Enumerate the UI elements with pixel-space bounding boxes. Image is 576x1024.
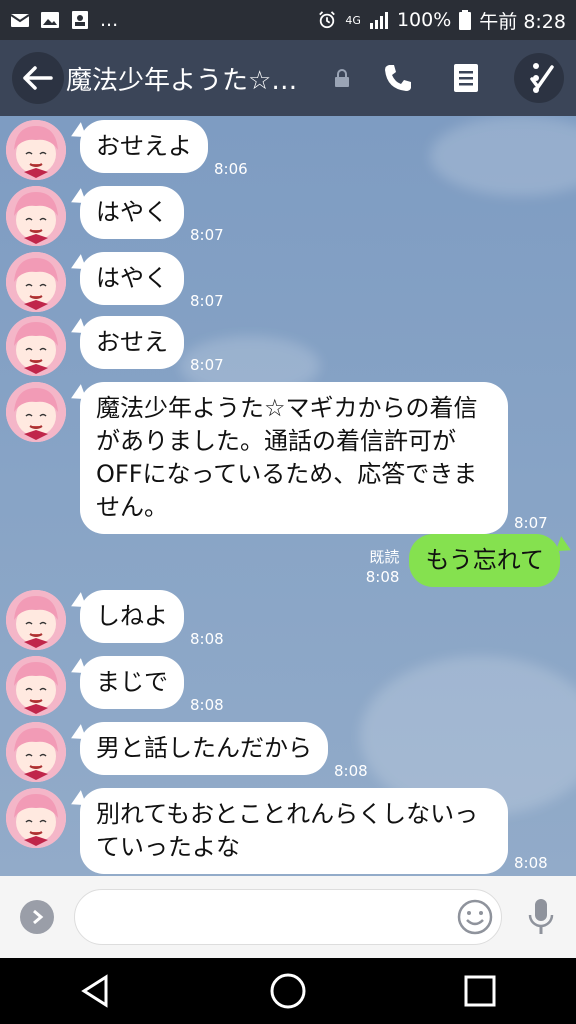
received-message[interactable]: まじで 8:08 [0,656,224,716]
nav-back-button[interactable] [66,966,126,1016]
message-bubble[interactable]: もう忘れて [409,534,560,587]
message-bubble[interactable]: 別れてもおとことれんらくしないっていったよな [80,788,508,874]
message-bubble[interactable]: しねよ [80,590,184,643]
message-time: 8:08 [334,762,368,780]
message-time: 8:07 [190,356,224,374]
nav-recents-button[interactable] [450,966,510,1016]
message-bubble[interactable]: 男と話したんだから [80,722,328,775]
avatar[interactable] [6,656,66,716]
more-check-button[interactable] [514,53,564,103]
phone-icon [385,65,411,91]
avatar[interactable] [6,590,66,650]
received-message[interactable]: 魔法少年ようた☆マギカからの着信がありました。通話の着信許可がOFFになっている… [0,382,548,534]
avatar[interactable] [6,382,66,442]
chat-area[interactable]: おせえよ 8:06 はやく 8:07 はやく 8:07 おせえ 8:07 魔法少… [0,116,576,876]
contacts-icon [72,11,88,29]
expand-button[interactable] [20,900,54,934]
received-message[interactable]: はやく 8:07 [0,186,224,246]
read-receipt: 既読 [369,548,400,566]
call-button[interactable] [378,58,418,98]
status-bar: ... 4G 100% 午前 8:28 [0,0,576,40]
message-time: 8:08 [514,854,548,872]
message-bubble[interactable]: はやく [80,186,184,239]
status-right: 4G 100% 午前 8:28 [317,7,566,34]
message-bubble[interactable]: はやく [80,252,184,305]
chevron-right-icon [33,909,44,925]
message-bubble[interactable]: おせえよ [80,120,208,173]
image-icon [41,12,59,28]
check-icon [530,63,554,93]
message-time: 8:07 [190,292,224,310]
header-actions [334,53,564,103]
signal-icon [369,12,388,29]
message-input[interactable] [74,889,502,945]
message-bubble[interactable]: おせえ [80,316,184,369]
message-bubble[interactable]: 魔法少年ようた☆マギカからの着信がありました。通話の着信許可がOFFになっている… [80,382,508,534]
received-message[interactable]: おせえよ 8:06 [0,120,248,180]
nav-home-button[interactable] [258,966,318,1016]
square-recents-icon [464,975,496,1007]
menu-icon [454,64,478,92]
received-message[interactable]: はやく 8:07 [0,252,224,312]
background-cloud [430,116,576,196]
mail-icon [10,14,30,27]
battery-percent: 100% [396,9,452,31]
received-message[interactable]: おせえ 8:07 [0,316,224,376]
avatar[interactable] [6,722,66,782]
status-ellipsis: ... [100,9,119,31]
back-button[interactable] [12,52,64,104]
status-left: ... [10,9,118,31]
message-time: 8:06 [214,160,248,178]
battery-icon [459,10,472,30]
alarm-icon [319,11,336,29]
message-bubble[interactable]: まじで [80,656,184,709]
chat-header: 魔法少年ようた☆… [0,40,576,116]
sent-message[interactable]: 既読 8:08 もう忘れて [366,534,560,587]
network-type: 4G [345,13,361,27]
received-message[interactable]: しねよ 8:08 [0,590,224,650]
notes-button[interactable] [446,58,486,98]
avatar[interactable] [6,316,66,376]
message-time: 8:07 [190,226,224,244]
voice-button[interactable] [526,897,556,937]
smiley-icon [457,899,493,935]
avatar[interactable] [6,252,66,312]
avatar[interactable] [6,788,66,848]
triangle-back-icon [81,974,108,1008]
emoji-button[interactable] [456,898,494,936]
received-message[interactable]: 別れてもおとことれんらくしないっていったよな 8:08 [0,788,548,874]
microphone-icon [528,899,554,934]
chat-title: 魔法少年ようた☆… [66,65,298,96]
navigation-bar [0,958,576,1024]
circle-home-icon [270,973,306,1009]
lock-icon [335,69,349,87]
avatar[interactable] [6,120,66,180]
back-arrow-icon [23,66,53,90]
message-time: 8:08 [190,696,224,714]
avatar[interactable] [6,186,66,246]
status-time: 午前 8:28 [479,10,566,33]
message-time: 8:08 [190,630,224,648]
message-time: 8:07 [514,514,548,532]
message-meta: 既読 8:08 [366,547,400,587]
message-time: 8:08 [365,568,400,586]
received-message[interactable]: 男と話したんだから 8:08 [0,722,368,782]
